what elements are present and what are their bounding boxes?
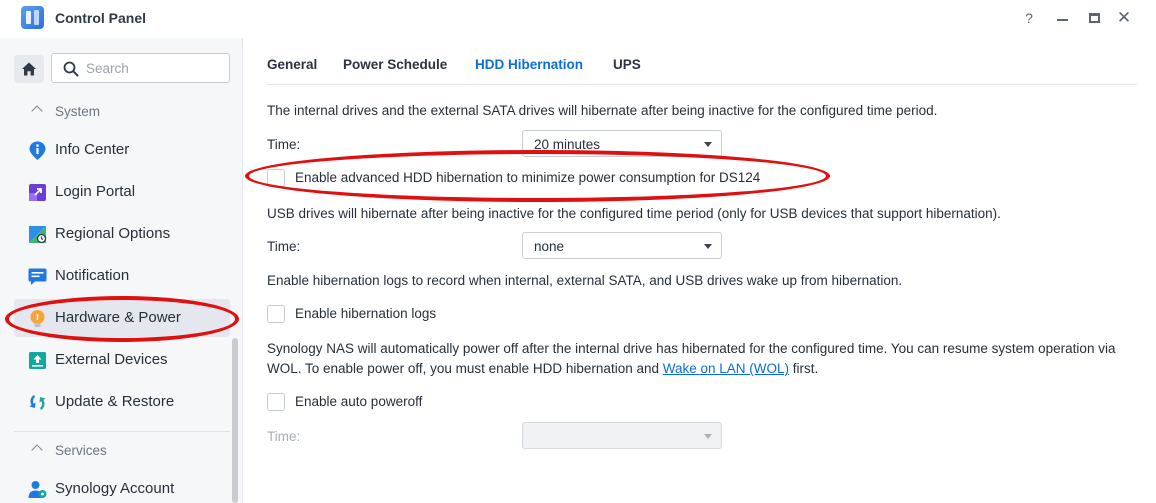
hibernation-logs-checkbox[interactable] [267, 305, 285, 323]
hibernation-logs-description: Enable hibernation logs to record when i… [267, 273, 903, 288]
chevron-up-icon [31, 444, 43, 456]
home-button[interactable] [14, 55, 44, 83]
help-button[interactable]: ? [1017, 7, 1041, 29]
close-button[interactable]: ✕ [1112, 7, 1136, 29]
tab-power-schedule[interactable]: Power Schedule [343, 57, 447, 72]
sidebar-item-label: External Devices [55, 351, 168, 368]
usb-time-value: none [534, 239, 565, 254]
minimize-button[interactable] [1050, 7, 1074, 29]
auto-poweroff-label: Enable auto poweroff [295, 394, 423, 409]
internal-time-label: Time: [267, 137, 301, 152]
lightbulb-icon [30, 310, 45, 327]
home-icon [22, 62, 36, 76]
sidebar-item-label: Update & Restore [55, 393, 175, 410]
tab-hdd-hibernation[interactable]: HDD Hibernation [475, 57, 583, 72]
auto-poweroff-checkbox[interactable] [267, 393, 285, 411]
section-system[interactable]: System [0, 100, 232, 124]
search-input[interactable] [86, 59, 224, 77]
section-label: Services [55, 443, 107, 458]
internal-time-select[interactable]: 20 minutes [522, 130, 722, 157]
chevron-up-icon [31, 105, 43, 117]
internal-time-value: 20 minutes [534, 137, 601, 152]
sidebar-item-label: Hardware & Power [55, 309, 181, 326]
sidebar: System Info Center Login Portal Regional… [0, 38, 243, 503]
tab-ups[interactable]: UPS [613, 57, 641, 72]
control-panel-app-icon [21, 6, 44, 29]
sidebar-item-login-portal[interactable]: Login Portal [14, 173, 230, 211]
divider [14, 431, 230, 432]
sidebar-item-label: Regional Options [55, 225, 171, 242]
sidebar-item-label: Info Center [55, 141, 130, 158]
usb-time-select[interactable]: none [522, 232, 722, 259]
login-portal-icon [29, 184, 46, 201]
sidebar-item-label: Synology Account [55, 480, 175, 497]
tab-general[interactable]: General [267, 57, 317, 72]
auto-poweroff-description: Synology NAS will automatically power of… [267, 339, 1137, 379]
advanced-hibernation-checkbox[interactable] [267, 169, 285, 187]
sidebar-item-info-center[interactable]: Info Center [14, 131, 230, 169]
regional-options-icon [29, 226, 47, 244]
sidebar-item-regional-options[interactable]: Regional Options [14, 215, 230, 253]
sidebar-item-synology-account[interactable]: Synology Account [14, 470, 230, 503]
section-label: System [55, 104, 101, 119]
title-bar: Control Panel ? ✕ [0, 0, 1156, 38]
sidebar-item-notification[interactable]: Notification [14, 257, 230, 295]
poweroff-time-label: Time: [267, 429, 301, 444]
section-services[interactable]: Services [0, 439, 232, 463]
search-field[interactable] [51, 53, 230, 83]
advanced-hibernation-label: Enable advanced HDD hibernation to minim… [295, 170, 761, 185]
maximize-icon [1088, 13, 1100, 23]
hibernation-logs-label: Enable hibernation logs [295, 306, 437, 321]
auto-poweroff-description-end: first. [789, 361, 819, 376]
account-icon [28, 481, 47, 498]
info-icon [29, 141, 46, 160]
dropdown-caret-icon [704, 244, 712, 249]
maximize-button[interactable] [1082, 7, 1106, 29]
minimize-icon [1056, 19, 1068, 21]
search-icon [63, 61, 79, 77]
usb-drives-description: USB drives will hibernate after being in… [267, 206, 1001, 221]
window-title: Control Panel [55, 10, 147, 26]
external-devices-icon [29, 352, 46, 369]
sidebar-item-external-devices[interactable]: External Devices [14, 341, 230, 379]
wake-on-lan-link[interactable]: Wake on LAN (WOL) [663, 361, 789, 376]
dropdown-caret-icon [704, 142, 712, 147]
internal-drives-description: The internal drives and the external SAT… [267, 103, 938, 118]
sidebar-item-hardware-power[interactable]: Hardware & Power [14, 299, 230, 337]
poweroff-time-select [522, 422, 722, 449]
sidebar-item-label: Notification [55, 267, 130, 284]
sidebar-item-label: Login Portal [55, 183, 136, 200]
sidebar-item-update-restore[interactable]: Update & Restore [14, 383, 230, 421]
update-restore-icon [29, 395, 46, 410]
dropdown-caret-icon [704, 434, 712, 439]
usb-time-label: Time: [267, 239, 301, 254]
main-panel: General Power Schedule HDD Hibernation U… [244, 38, 1156, 503]
notification-icon [28, 268, 47, 285]
tabs-divider [266, 84, 1137, 85]
sidebar-scrollbar[interactable] [232, 338, 238, 503]
